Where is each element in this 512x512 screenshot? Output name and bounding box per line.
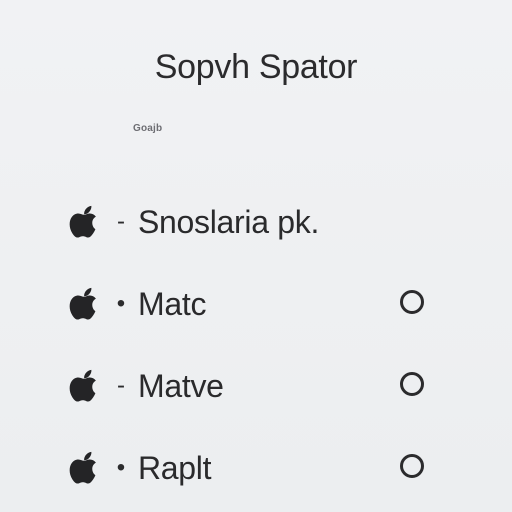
- page-title: Sopvh Spator: [154, 48, 358, 86]
- radio-button[interactable]: [400, 290, 424, 314]
- radio-button[interactable]: [400, 372, 424, 396]
- option-label: Matve: [138, 367, 224, 404]
- row-separator: -: [117, 372, 125, 399]
- row-separator: -: [117, 208, 125, 235]
- screen: Sopvh Spator Goajb - Snoslaria pk. • Mat…: [0, 0, 512, 512]
- section-subtitle: Goajb: [133, 123, 163, 134]
- row-separator: •: [116, 454, 126, 481]
- option-row-raplt[interactable]: • Raplt: [64, 443, 444, 493]
- option-row-matve[interactable]: - Matve: [64, 361, 444, 411]
- row-separator: •: [116, 290, 126, 317]
- option-label: Matc: [138, 285, 207, 322]
- option-label: Raplt: [138, 449, 212, 486]
- radio-button[interactable]: [400, 454, 424, 478]
- apple-icon: [64, 284, 104, 324]
- option-label: Snoslaria pk.: [138, 203, 320, 240]
- option-row-snoslaria[interactable]: - Snoslaria pk.: [64, 197, 444, 247]
- apple-icon: [64, 366, 104, 406]
- apple-icon: [64, 202, 104, 242]
- option-row-matc[interactable]: • Matc: [64, 279, 444, 329]
- apple-icon: [64, 448, 104, 488]
